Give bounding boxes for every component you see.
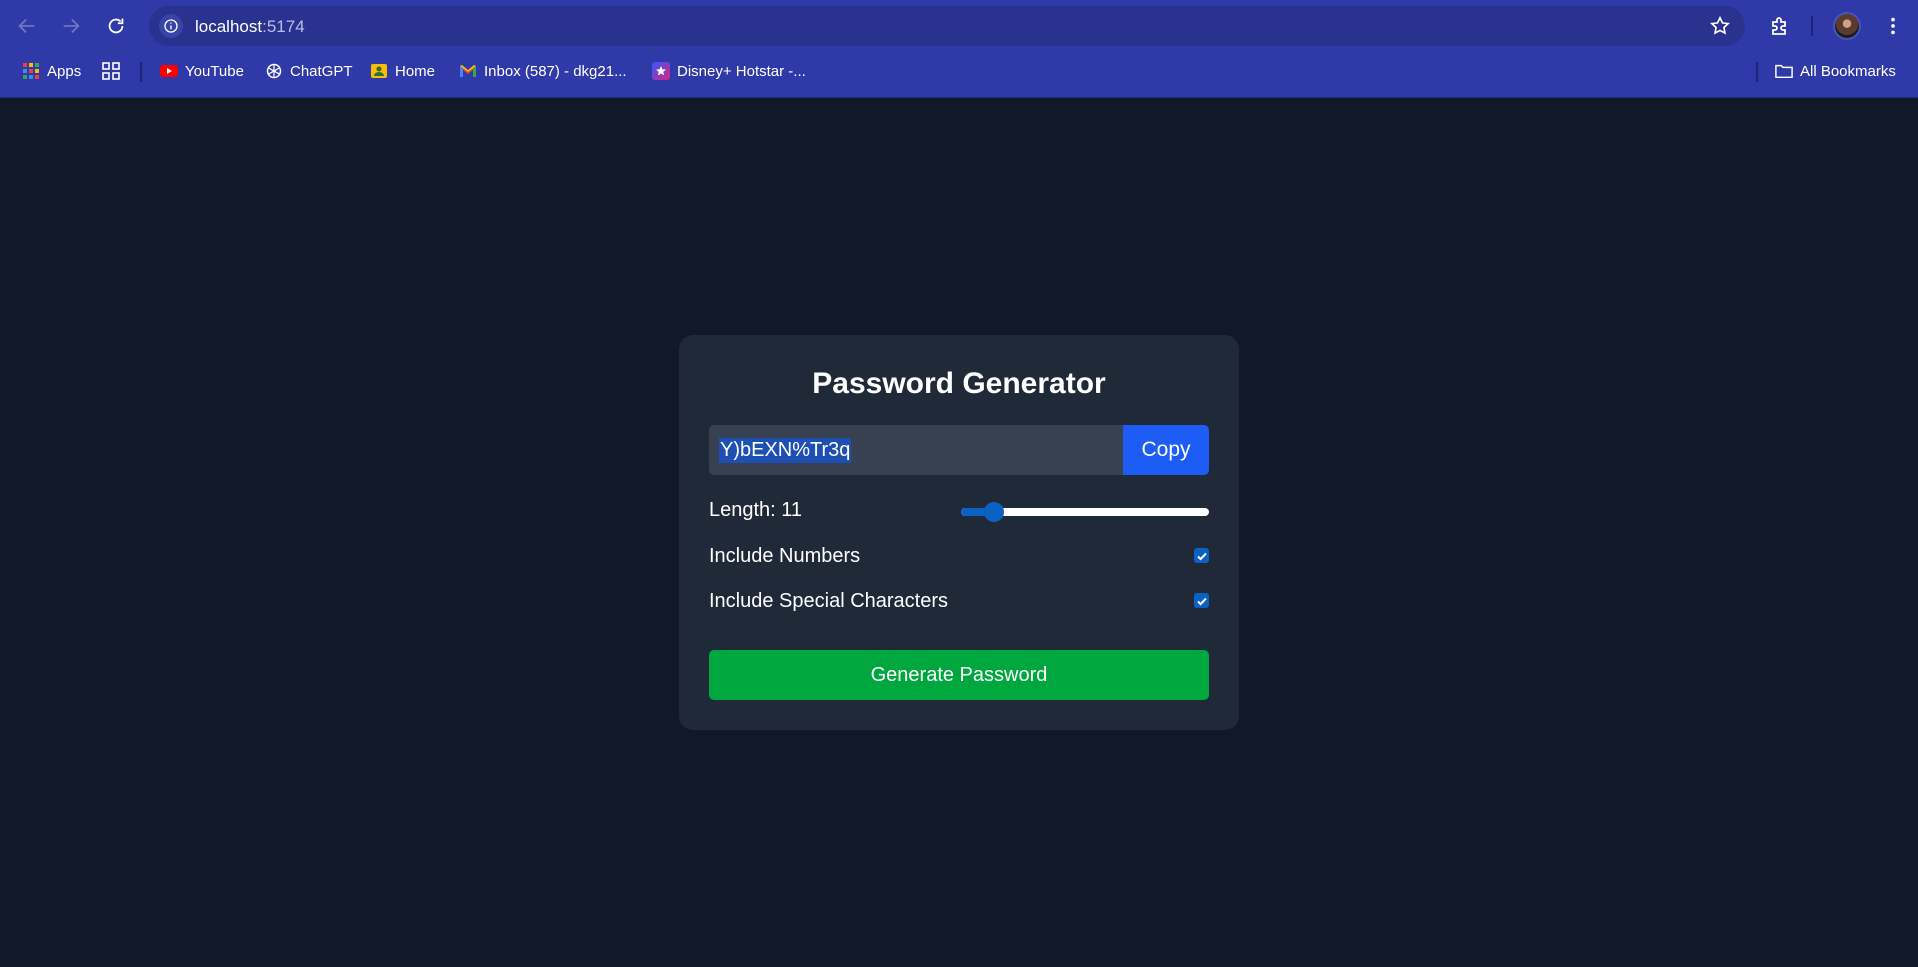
reload-icon xyxy=(108,18,124,34)
slider-thumb[interactable] xyxy=(983,502,1004,522)
bookmark-tab-groups[interactable] xyxy=(102,59,120,83)
more-vertical-icon xyxy=(1891,17,1895,35)
reload-button[interactable] xyxy=(102,12,130,40)
arrow-left-icon xyxy=(18,18,35,34)
include-numbers-label: Include Numbers xyxy=(709,545,861,567)
bookmarks-bar: Apps YouTube ChatGPT Home Inbox (587) - … xyxy=(0,56,1918,86)
extensions-button[interactable] xyxy=(1767,13,1793,39)
bookmark-chatgpt[interactable]: ChatGPT xyxy=(265,59,353,83)
url-port: :5174 xyxy=(262,17,305,36)
checkmark-icon xyxy=(1196,597,1207,606)
bookmarks-divider xyxy=(140,62,142,82)
home-icon xyxy=(370,62,388,80)
gmail-icon xyxy=(459,62,477,80)
back-button[interactable] xyxy=(13,12,41,40)
password-generator-card: Password Generator Y)bEXN%Tr3q Copy Leng… xyxy=(679,335,1239,730)
arrow-right-icon xyxy=(63,18,80,34)
include-special-checkbox[interactable] xyxy=(1194,593,1209,608)
browser-chrome: localhost:5174 Apps YouTube ChatGPT Home… xyxy=(0,0,1918,98)
length-label: Length: 11 xyxy=(709,499,803,521)
url-text: localhost:5174 xyxy=(195,17,305,37)
address-bar[interactable]: localhost:5174 xyxy=(149,6,1745,46)
youtube-icon xyxy=(160,62,178,80)
bookmark-hotstar[interactable]: Disney+ Hotstar -... xyxy=(652,59,806,83)
password-output-field[interactable]: Y)bEXN%Tr3q xyxy=(709,425,1123,475)
tab-groups-icon xyxy=(102,62,120,80)
bookmark-label: Home xyxy=(395,62,436,80)
puzzle-icon xyxy=(1772,17,1786,35)
password-output-row: Y)bEXN%Tr3q Copy xyxy=(709,425,1209,475)
all-bookmarks-label: All Bookmarks xyxy=(1800,62,1896,80)
toolbar-divider xyxy=(1811,16,1813,36)
bookmark-label: Disney+ Hotstar -... xyxy=(677,62,806,80)
profile-avatar[interactable] xyxy=(1833,12,1861,40)
hotstar-icon xyxy=(652,62,670,80)
all-bookmarks-button[interactable]: All Bookmarks xyxy=(1775,59,1896,83)
copy-button[interactable]: Copy xyxy=(1123,425,1209,475)
chatgpt-icon xyxy=(265,62,283,80)
include-special-label: Include Special Characters xyxy=(709,590,949,612)
url-host: localhost xyxy=(195,17,263,36)
apps-grid-icon xyxy=(22,62,40,80)
site-info-icon[interactable] xyxy=(159,14,183,38)
generate-password-button[interactable]: Generate Password xyxy=(709,650,1209,700)
browser-menu-button[interactable] xyxy=(1880,13,1906,39)
bookmark-apps[interactable]: Apps xyxy=(22,59,81,83)
bookmark-label: Apps xyxy=(47,62,82,80)
checkmark-icon xyxy=(1196,552,1207,561)
length-slider[interactable] xyxy=(961,501,1209,523)
password-value: Y)bEXN%Tr3q xyxy=(719,438,852,463)
bookmark-home[interactable]: Home xyxy=(370,59,435,83)
bookmark-star-icon[interactable] xyxy=(1709,15,1731,37)
bookmark-label: Inbox (587) - dkg21... xyxy=(484,62,627,80)
bookmark-gmail[interactable]: Inbox (587) - dkg21... xyxy=(459,59,627,83)
folder-icon xyxy=(1775,62,1793,80)
browser-toolbar: localhost:5174 xyxy=(0,0,1918,52)
include-numbers-checkbox[interactable] xyxy=(1194,548,1209,563)
bookmark-label: ChatGPT xyxy=(290,62,353,80)
bookmark-label: YouTube xyxy=(185,62,244,80)
bookmarks-divider xyxy=(1756,62,1758,82)
page-title: Password Generator xyxy=(812,367,1106,400)
forward-button[interactable] xyxy=(57,12,85,40)
bookmark-youtube[interactable]: YouTube xyxy=(160,59,244,83)
